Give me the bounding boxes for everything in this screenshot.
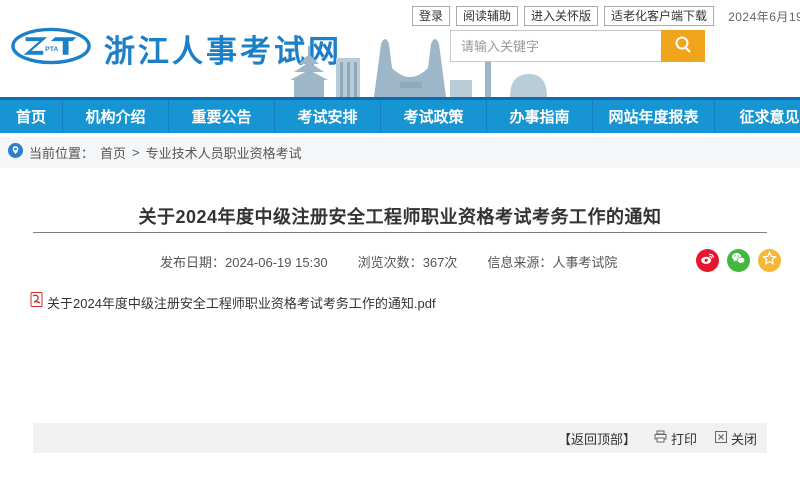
page: 登录 阅读辅助 进入关怀版 适老化客户端下载 2024年6月19日 星期三 访问… — [0, 0, 800, 500]
nav-item-announcements[interactable]: 重要公告 — [168, 100, 274, 133]
info-source: 信息来源：人事考试院 — [487, 252, 617, 271]
search-icon — [673, 35, 693, 58]
article-meta: 发布日期：2024-06-19 15:30 浏览次数：367次 信息来源：人事考… — [160, 252, 617, 271]
close-button[interactable]: 关闭 — [715, 429, 757, 448]
footer-action-bar: 【返回顶部】 打印 关闭 — [33, 423, 767, 453]
nav-item-exam-schedule[interactable]: 考试安排 — [274, 100, 380, 133]
title-divider — [33, 232, 767, 233]
login-button[interactable]: 登录 — [412, 6, 450, 26]
nav-item-about[interactable]: 机构介绍 — [62, 100, 168, 133]
share-qzone-button[interactable] — [758, 249, 781, 272]
share-wechat-button[interactable] — [727, 249, 750, 272]
care-mode-button[interactable]: 进入关怀版 — [524, 6, 598, 26]
location-pin-icon — [8, 143, 23, 163]
view-count: 浏览次数：367次 — [358, 252, 458, 271]
nav-item-home[interactable]: 首页 — [0, 100, 62, 133]
nav-item-annual-report[interactable]: 网站年度报表 — [592, 100, 714, 133]
publish-date-label: 发布日期： — [160, 255, 225, 270]
publish-date-value: 2024-06-19 15:30 — [225, 255, 328, 270]
view-count-label: 浏览次数： — [358, 255, 423, 270]
svg-text:PTA: PTA — [45, 46, 58, 53]
close-icon — [715, 431, 727, 446]
attachment-filename: 关于2024年度中级注册安全工程师职业资格考试考务工作的通知.pdf — [47, 293, 436, 312]
print-label: 打印 — [671, 429, 697, 448]
main-nav: 首页 机构介绍 重要公告 考试安排 考试政策 办事指南 网站年度报表 征求意见 — [0, 97, 800, 133]
share-weibo-button[interactable] — [696, 249, 719, 272]
back-to-top-button[interactable]: 【返回顶部】 — [558, 429, 636, 448]
close-label: 关闭 — [731, 429, 757, 448]
breadcrumb-separator: > — [132, 145, 140, 160]
print-icon — [654, 430, 667, 446]
top-utility-bar: 登录 阅读辅助 进入关怀版 适老化客户端下载 2024年6月19日 星期三 访问… — [412, 5, 800, 27]
publish-date: 发布日期：2024-06-19 15:30 — [160, 252, 328, 271]
current-date: 2024年6月19日 星期三 — [728, 8, 800, 25]
site-search — [450, 30, 705, 62]
zpta-logo-icon: PTA — [10, 26, 92, 71]
breadcrumb: 当前位置： 首页 > 专业技术人员职业资格考试 — [0, 137, 800, 168]
breadcrumb-label: 当前位置： — [29, 143, 94, 162]
nav-item-service-guide[interactable]: 办事指南 — [486, 100, 592, 133]
qzone-star-icon — [762, 251, 777, 271]
attachment-link[interactable]: 关于2024年度中级注册安全工程师职业资格考试考务工作的通知.pdf — [30, 292, 436, 312]
breadcrumb-current: 专业技术人员职业资格考试 — [146, 143, 302, 162]
print-button[interactable]: 打印 — [654, 429, 697, 448]
elder-client-download-button[interactable]: 适老化客户端下载 — [604, 6, 714, 26]
reading-aid-button[interactable]: 阅读辅助 — [456, 6, 518, 26]
article-title: 关于2024年度中级注册安全工程师职业资格考试考务工作的通知 — [0, 203, 800, 229]
pdf-icon — [30, 292, 43, 312]
breadcrumb-home-link[interactable]: 首页 — [100, 143, 126, 162]
info-source-value: 人事考试院 — [552, 255, 617, 270]
nav-item-feedback[interactable]: 征求意见 — [714, 100, 800, 133]
view-count-value: 367次 — [423, 255, 458, 270]
weibo-icon — [700, 251, 715, 271]
share-buttons — [696, 249, 781, 272]
search-button[interactable] — [661, 30, 705, 62]
search-input[interactable] — [450, 30, 661, 62]
nav-item-exam-policy[interactable]: 考试政策 — [380, 100, 486, 133]
info-source-label: 信息来源： — [487, 255, 552, 270]
wechat-icon — [731, 251, 746, 271]
